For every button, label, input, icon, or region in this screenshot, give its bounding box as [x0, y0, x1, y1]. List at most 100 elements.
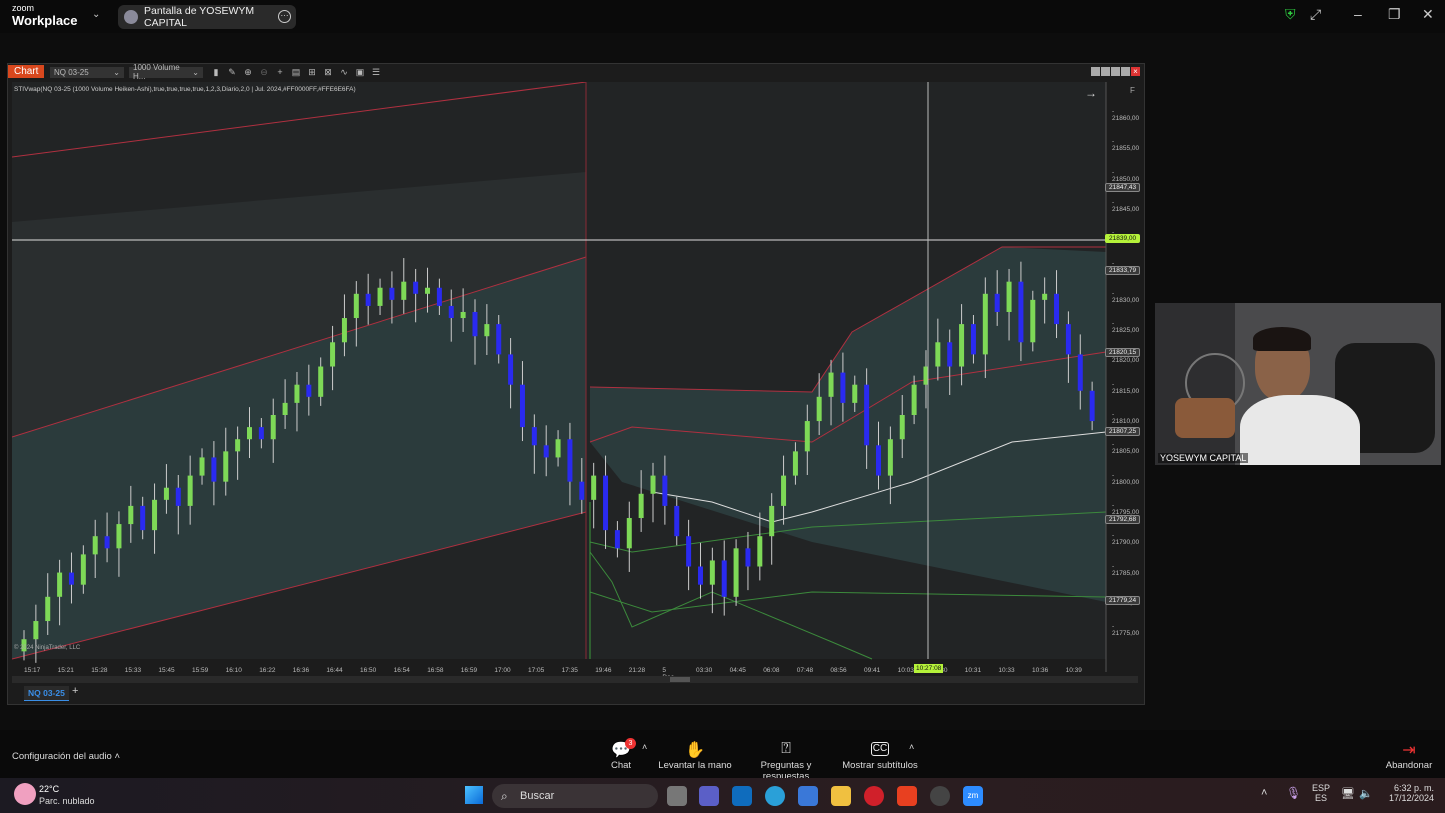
candle: [57, 572, 63, 597]
windows-start-icon[interactable]: [465, 786, 483, 804]
leave-icon: ⇥: [1402, 742, 1416, 759]
zoom-app-icon[interactable]: zm: [963, 786, 983, 806]
ninjatrader-icon[interactable]: [897, 786, 917, 806]
clock[interactable]: 6:32 p. m. 17/12/2024: [1382, 783, 1434, 803]
data-box-icon[interactable]: ▤: [288, 67, 304, 78]
candle: [318, 366, 324, 397]
chevron-up-icon[interactable]: ˄: [642, 742, 647, 752]
store-icon[interactable]: [798, 786, 818, 806]
scrollbar-thumb[interactable]: [670, 677, 690, 682]
strategy-icon[interactable]: ⊠: [320, 67, 336, 78]
captions-button[interactable]: CC Mostrar subtítulos: [840, 740, 920, 771]
candle: [816, 396, 822, 422]
bar-style-icon[interactable]: ▮: [208, 67, 224, 78]
chevron-down-icon: ⌄: [192, 67, 199, 77]
candle: [258, 427, 264, 440]
network-icon[interactable]: 🖥: [1341, 787, 1355, 800]
weather-temp[interactable]: 22°C: [39, 784, 59, 794]
candle: [68, 572, 74, 585]
raise-hand-button[interactable]: ✋ Levantar la mano: [656, 740, 734, 771]
audio-settings[interactable]: Configuración del audio ˄: [12, 751, 120, 762]
add-tab-button[interactable]: +: [72, 685, 78, 697]
leave-button[interactable]: ⇥ Abandonar: [1384, 740, 1434, 771]
window-tile-button[interactable]: [1091, 67, 1100, 76]
crosshair-icon[interactable]: +: [272, 67, 288, 77]
candle: [935, 342, 941, 367]
candle: [781, 475, 787, 506]
candle: [603, 475, 609, 531]
chart-tab-button[interactable]: Chart: [8, 65, 45, 78]
price-marker: 21820,15: [1105, 348, 1141, 358]
bar-type-select[interactable]: 1000 Volume H... ⌄: [129, 63, 203, 81]
candle: [235, 439, 241, 452]
outlook-icon[interactable]: [732, 786, 752, 806]
candle: [282, 402, 288, 415]
chevron-up-icon[interactable]: ˄: [1261, 787, 1267, 799]
candle: [840, 372, 846, 403]
candle: [899, 415, 905, 440]
candle: [959, 324, 965, 367]
participant-video[interactable]: YOSEWYM CAPITAL: [1155, 303, 1441, 465]
close-button[interactable]: ✕: [1422, 6, 1434, 23]
zoom-out-icon[interactable]: ⊖: [256, 67, 272, 78]
chat-button[interactable]: 💬 Chat 3: [606, 738, 636, 771]
task-view-icon[interactable]: [667, 786, 687, 806]
qa-button[interactable]: ⍰ Preguntas y respuestas: [738, 740, 834, 782]
price-chart[interactable]: [12, 82, 1142, 682]
instrument-select[interactable]: NQ 03-25 ⌄: [50, 66, 124, 78]
fullscreen-icon[interactable]: ⤢: [1310, 6, 1321, 23]
weather-desc[interactable]: Parc. nublado: [39, 796, 95, 806]
chevron-up-icon[interactable]: ˄: [909, 742, 914, 752]
window-tile-button[interactable]: [1101, 67, 1110, 76]
teams-icon[interactable]: [699, 786, 719, 806]
indicator-icon[interactable]: ∿: [336, 67, 352, 78]
candle: [175, 487, 181, 506]
edge-icon[interactable]: [765, 786, 785, 806]
file-explorer-icon[interactable]: [831, 786, 851, 806]
candle: [674, 505, 680, 537]
time-tick: 15:28: [91, 667, 108, 674]
volume-icon[interactable]: 🔈: [1359, 787, 1373, 800]
candle: [1077, 354, 1083, 391]
zoom-in-icon[interactable]: ⊕: [240, 67, 256, 78]
time-tick: 06:08: [763, 667, 780, 674]
chatgpt-icon[interactable]: [930, 786, 950, 806]
candle: [769, 505, 775, 537]
candle: [662, 475, 668, 506]
maximize-button[interactable]: [1121, 67, 1130, 76]
time-tick: 15:17: [24, 667, 41, 674]
horizontal-scrollbar[interactable]: [12, 676, 1138, 683]
templates-icon[interactable]: ⊞: [304, 67, 320, 78]
candle: [341, 318, 347, 343]
properties-icon[interactable]: ▣: [352, 67, 368, 78]
opera-icon[interactable]: [864, 786, 884, 806]
time-tick: 17:05: [528, 667, 545, 674]
tab-nq-03-25[interactable]: NQ 03-25: [24, 686, 69, 701]
list-icon[interactable]: ☰: [368, 67, 384, 78]
close-button[interactable]: ×: [1131, 67, 1140, 76]
maximize-button[interactable]: ❐: [1388, 6, 1401, 23]
language-indicator[interactable]: ESP ES: [1312, 783, 1330, 803]
candle: [365, 293, 371, 306]
crosshair-time-label: 10:27:08: [914, 664, 944, 673]
taskbar-search[interactable]: ⌕ Buscar: [492, 784, 658, 808]
candle: [792, 451, 798, 476]
candle: [1065, 324, 1071, 355]
more-icon[interactable]: ···: [278, 10, 291, 23]
price-tick: - 21800,00: [1112, 471, 1140, 486]
draw-tool-icon[interactable]: ✎: [224, 67, 240, 78]
search-icon: ⌕: [501, 789, 508, 803]
candle: [1054, 293, 1060, 325]
candle: [496, 324, 502, 355]
minimize-button[interactable]: –: [1354, 6, 1362, 22]
candle: [1030, 299, 1036, 343]
arrow-right-icon[interactable]: →: [1085, 86, 1097, 100]
candle: [270, 415, 276, 440]
minimize-button[interactable]: [1111, 67, 1120, 76]
chevron-down-icon[interactable]: ⌄: [92, 9, 100, 20]
microphone-icon[interactable]: 🎙: [1286, 786, 1301, 800]
candle: [472, 311, 478, 337]
share-title-pill[interactable]: Pantalla de YOSEWYM CAPITAL ···: [118, 5, 296, 29]
candle: [246, 427, 252, 440]
weather-icon[interactable]: [14, 783, 36, 805]
